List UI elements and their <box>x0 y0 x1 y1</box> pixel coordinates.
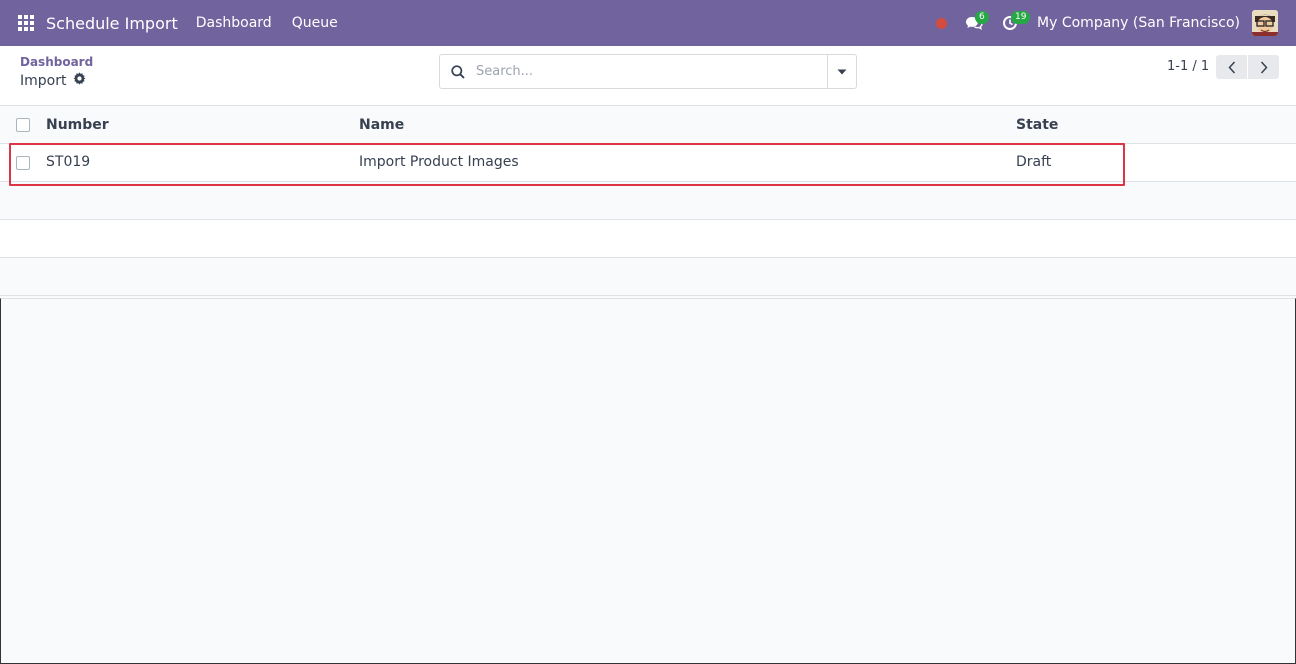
empty-row <box>0 220 1296 258</box>
avatar-icon <box>1252 10 1278 36</box>
apps-grid-icon <box>18 15 34 31</box>
chevron-right-icon <box>1260 60 1268 74</box>
search-icon <box>440 64 476 79</box>
search-options-toggle[interactable] <box>827 55 856 88</box>
activities-button[interactable]: 19 <box>999 0 1031 46</box>
column-header-number[interactable]: Number <box>46 117 109 133</box>
pager-value[interactable]: 1-1 / 1 <box>1167 59 1209 74</box>
activities-badge: 19 <box>1011 11 1031 24</box>
chevron-left-icon <box>1227 60 1235 74</box>
navbar-systray: 6 19 My Company (San Francisco) <box>936 0 1296 46</box>
nav-dashboard[interactable]: Dashboard <box>196 15 272 31</box>
control-panel: Dashboard Import 1-1 / 1 <box>0 46 1296 106</box>
cell-number: ST019 <box>46 154 91 170</box>
pager-next-button[interactable] <box>1248 55 1279 79</box>
apps-menu-button[interactable] <box>0 0 52 46</box>
empty-row <box>0 182 1296 220</box>
record-dot-icon[interactable] <box>936 17 948 29</box>
list-empty-area <box>0 298 1296 664</box>
pager-previous-button[interactable] <box>1216 55 1247 79</box>
table-header: Number Name State <box>0 106 1296 144</box>
nav-queue[interactable]: Queue <box>292 15 338 31</box>
breadcrumb-current: Import <box>20 72 86 89</box>
messages-badge: 6 <box>975 11 989 24</box>
table-row[interactable]: ST019 Import Product Images Draft <box>0 144 1296 182</box>
caret-down-icon <box>837 69 847 74</box>
app-title[interactable]: Schedule Import <box>46 14 178 33</box>
column-header-name[interactable]: Name <box>359 117 404 133</box>
select-all-checkbox[interactable] <box>16 118 30 132</box>
messages-button[interactable]: 6 <box>963 0 989 46</box>
search-input[interactable] <box>476 64 826 79</box>
company-switcher[interactable]: My Company (San Francisco) <box>1037 15 1240 31</box>
breadcrumb-current-label: Import <box>20 72 67 89</box>
user-avatar[interactable] <box>1252 10 1278 36</box>
breadcrumb-parent[interactable]: Dashboard <box>20 55 93 69</box>
empty-row <box>0 258 1296 296</box>
gear-icon[interactable] <box>73 72 86 89</box>
top-navbar: Schedule Import Dashboard Queue 6 19 My … <box>0 0 1296 46</box>
list-table: Number Name State ST019 Import Product I… <box>0 106 1296 296</box>
cell-name: Import Product Images <box>359 154 519 170</box>
cell-state: Draft <box>1016 154 1052 170</box>
column-header-state[interactable]: State <box>1016 117 1058 133</box>
row-checkbox[interactable] <box>16 156 30 170</box>
search-bar <box>439 54 857 89</box>
